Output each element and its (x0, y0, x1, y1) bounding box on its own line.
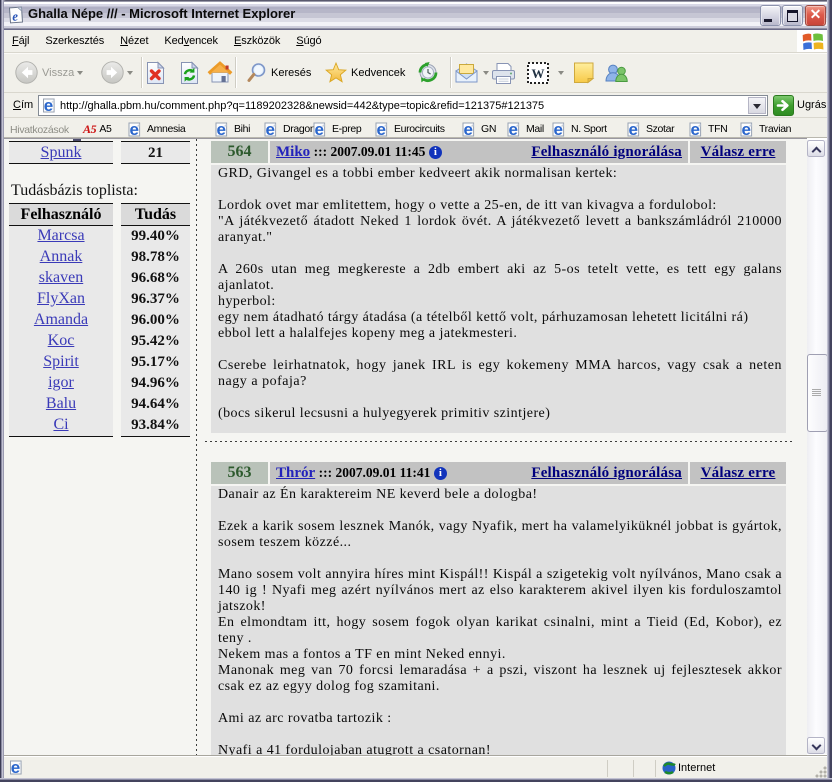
svg-text:W: W (532, 66, 545, 81)
